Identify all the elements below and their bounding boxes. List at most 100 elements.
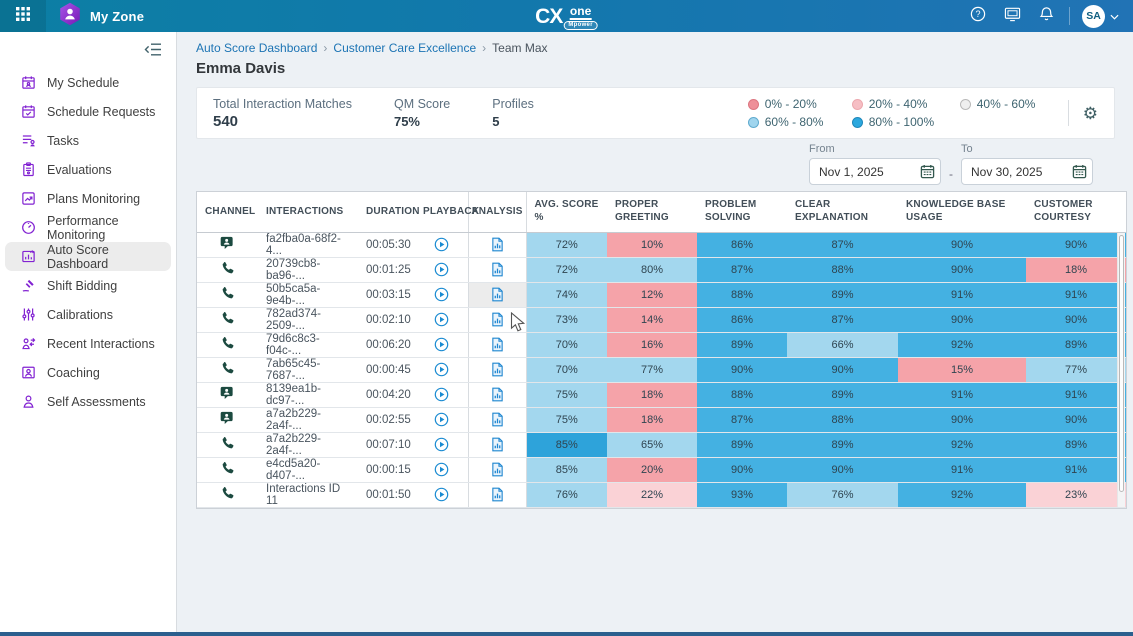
sidebar-item-auto-score-dashboard[interactable]: Auto Score Dashboard: [5, 242, 171, 271]
analysis-cell[interactable]: [468, 357, 526, 382]
playback-cell[interactable]: [415, 382, 468, 407]
interaction-id[interactable]: 20739cb8-ba96-...: [258, 257, 358, 282]
column-header-proper-greeting[interactable]: PROPER GREETING: [607, 192, 697, 232]
calendar-icon[interactable]: [1072, 164, 1087, 184]
interactions-table-wrap: CHANNELINTERACTIONSDURATIONPLAYBACKANALY…: [196, 191, 1127, 509]
analysis-icon[interactable]: [491, 387, 504, 402]
playback-cell[interactable]: [415, 357, 468, 382]
table-scrollbar[interactable]: [1117, 233, 1125, 507]
channel-cell: [197, 332, 258, 357]
analysis-icon[interactable]: [491, 487, 504, 502]
analysis-cell[interactable]: [468, 382, 526, 407]
column-header-analysis[interactable]: ANALYSIS: [468, 192, 526, 232]
play-icon[interactable]: [434, 387, 449, 402]
interaction-id[interactable]: 50b5ca5a-9e4b-...: [258, 282, 358, 307]
analysis-icon[interactable]: [491, 462, 504, 477]
interaction-id[interactable]: 7ab65c45-7687-...: [258, 357, 358, 382]
breadcrumb-auto-score-dashboard[interactable]: Auto Score Dashboard: [196, 41, 317, 55]
analysis-cell[interactable]: [468, 232, 526, 257]
analysis-icon[interactable]: [491, 312, 504, 327]
playback-cell[interactable]: [415, 307, 468, 332]
column-header-customer-courtesy[interactable]: CUSTOMER COURTESY: [1026, 192, 1126, 232]
sidebar-item-label: Performance Monitoring: [47, 214, 163, 242]
column-header-playback[interactable]: PLAYBACK: [415, 192, 468, 232]
playback-cell[interactable]: [415, 257, 468, 282]
table-scrollbar-thumb[interactable]: [1119, 235, 1124, 492]
analysis-icon[interactable]: [491, 362, 504, 377]
sidebar-item-plans-monitoring[interactable]: Plans Monitoring: [5, 184, 171, 213]
sidebar-item-schedule-requests[interactable]: Schedule Requests: [5, 97, 171, 126]
column-header-interactions[interactable]: INTERACTIONS: [258, 192, 358, 232]
legend-label: 40% - 60%: [977, 97, 1036, 111]
interaction-id[interactable]: 79d6c8c3-f04c-...: [258, 332, 358, 357]
column-header-clear-explanation[interactable]: CLEAR EXPLANATION: [787, 192, 898, 232]
analysis-icon[interactable]: [491, 237, 504, 252]
settings-gear-icon[interactable]: ⚙: [1083, 105, 1098, 122]
play-icon[interactable]: [434, 262, 449, 277]
interaction-id[interactable]: 8139ea1b-dc97-...: [258, 382, 358, 407]
column-header-avg-score-[interactable]: AVG. SCORE %: [526, 192, 607, 232]
playback-cell[interactable]: [415, 282, 468, 307]
account-menu[interactable]: SA: [1078, 5, 1123, 28]
column-header-knowledge-base-usage[interactable]: KNOWLEDGE BASE USAGE: [898, 192, 1026, 232]
analysis-cell[interactable]: [468, 457, 526, 482]
play-icon[interactable]: [434, 362, 449, 377]
calendar-icon[interactable]: [920, 164, 935, 184]
analysis-cell[interactable]: [468, 332, 526, 357]
analysis-cell[interactable]: [468, 257, 526, 282]
sidebar-item-calibrations[interactable]: Calibrations: [5, 300, 171, 329]
interaction-id[interactable]: 782ad374-2509-...: [258, 307, 358, 332]
play-icon[interactable]: [434, 287, 449, 302]
duration-cell: 00:05:30: [358, 232, 415, 257]
app-launcher-button[interactable]: [0, 0, 46, 32]
help-button[interactable]: ?: [963, 0, 993, 32]
interaction-id[interactable]: Interactions ID 11: [258, 482, 358, 507]
play-icon[interactable]: [434, 437, 449, 452]
analysis-cell[interactable]: [468, 407, 526, 432]
date-range-separator: -: [949, 167, 953, 181]
sidebar-item-recent-interactions[interactable]: Recent Interactions: [5, 329, 171, 358]
playback-cell[interactable]: [415, 457, 468, 482]
playback-cell[interactable]: [415, 332, 468, 357]
analysis-icon[interactable]: [491, 412, 504, 427]
analysis-cell[interactable]: [468, 307, 526, 332]
interaction-id[interactable]: e4cd5a20-d407-...: [258, 457, 358, 482]
analysis-icon[interactable]: [491, 437, 504, 452]
column-header-channel[interactable]: CHANNEL: [197, 192, 258, 232]
sidebar-item-coaching[interactable]: Coaching: [5, 358, 171, 387]
column-header-problem-solving[interactable]: PROBLEM SOLVING: [697, 192, 787, 232]
analysis-icon[interactable]: [491, 337, 504, 352]
sidebar-item-self-assessments[interactable]: Self Assessments: [5, 387, 171, 416]
sidebar-item-tasks[interactable]: Tasks: [5, 126, 171, 155]
playback-cell[interactable]: [415, 482, 468, 507]
channel-cell: [197, 357, 258, 382]
analysis-cell[interactable]: [468, 282, 526, 307]
sidebar-item-my-schedule[interactable]: My Schedule: [5, 68, 171, 97]
screen-share-button[interactable]: [997, 0, 1027, 32]
interaction-id[interactable]: a7a2b229-2a4f-...: [258, 407, 358, 432]
analysis-icon[interactable]: [491, 287, 504, 302]
analysis-cell[interactable]: [468, 482, 526, 507]
interaction-id[interactable]: fa2fba0a-68f2-4...: [258, 232, 358, 257]
notifications-button[interactable]: [1031, 0, 1061, 32]
column-header-duration[interactable]: DURATION: [358, 192, 415, 232]
interaction-id[interactable]: a7a2b229-2a4f-...: [258, 432, 358, 457]
play-icon[interactable]: [434, 462, 449, 477]
play-icon[interactable]: [434, 312, 449, 327]
playback-cell[interactable]: [415, 432, 468, 457]
play-icon[interactable]: [434, 237, 449, 252]
score-cell: 73%: [526, 307, 607, 332]
playback-cell[interactable]: [415, 407, 468, 432]
breadcrumb-customer-care-excellence[interactable]: Customer Care Excellence: [333, 41, 476, 55]
sidebar-item-shift-bidding[interactable]: Shift Bidding: [5, 271, 171, 300]
analysis-icon[interactable]: [491, 262, 504, 277]
product-badge[interactable]: My Zone: [46, 0, 154, 32]
sidebar-item-evaluations[interactable]: Evaluations: [5, 155, 171, 184]
analysis-cell[interactable]: [468, 432, 526, 457]
sidebar-collapse-button[interactable]: [144, 43, 162, 56]
play-icon[interactable]: [434, 412, 449, 427]
play-icon[interactable]: [434, 337, 449, 352]
playback-cell[interactable]: [415, 232, 468, 257]
sidebar-item-performance-monitoring[interactable]: Performance Monitoring: [5, 213, 171, 242]
play-icon[interactable]: [434, 487, 449, 502]
